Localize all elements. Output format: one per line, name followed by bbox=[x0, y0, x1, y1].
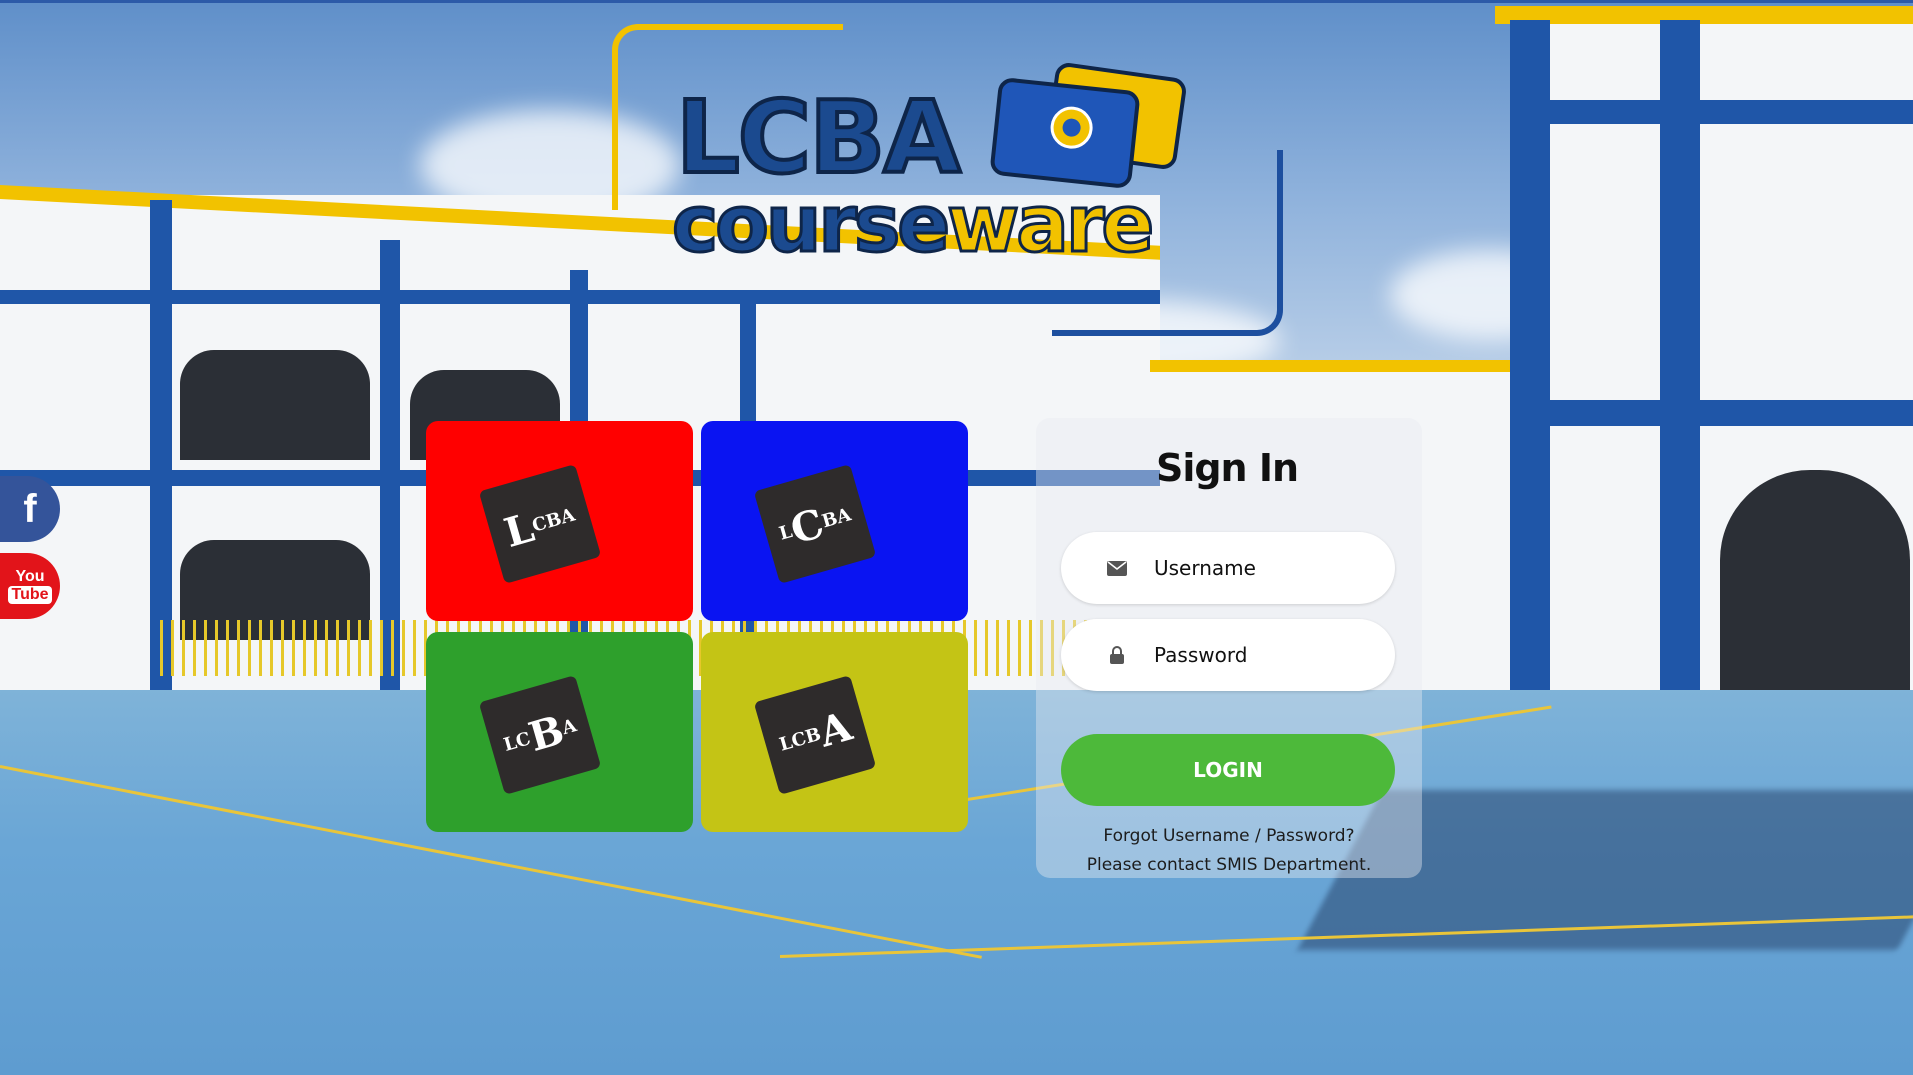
tile-logo-suffix: BA bbox=[819, 503, 854, 532]
roof-trim bbox=[1150, 360, 1560, 372]
logo-course-part: course bbox=[670, 180, 951, 270]
tile-logo-c: L C BA bbox=[753, 464, 877, 584]
tile-logo-letter: C bbox=[785, 499, 829, 554]
password-field[interactable] bbox=[1061, 619, 1395, 691]
tile-logo-letter: A bbox=[813, 702, 857, 757]
top-border bbox=[0, 0, 1913, 3]
tile-logo-suffix: CBA bbox=[529, 504, 578, 537]
contact-smis-text: Please contact SMIS Department. bbox=[1086, 855, 1372, 875]
login-button[interactable]: LOGIN bbox=[1061, 734, 1395, 806]
lock-icon bbox=[1106, 644, 1128, 666]
tile-logo-l: L CBA bbox=[478, 464, 602, 584]
signin-title: Sign In bbox=[1155, 446, 1299, 490]
logo-cards-icon bbox=[989, 61, 1190, 190]
blue-card-icon bbox=[989, 76, 1141, 190]
facebook-icon: f bbox=[23, 486, 37, 531]
youtube-icon-tube: Tube bbox=[8, 585, 52, 604]
logo-courseware-text: courseware bbox=[670, 185, 1155, 266]
username-input[interactable] bbox=[1152, 555, 1376, 581]
username-field[interactable] bbox=[1061, 532, 1395, 604]
forgot-credentials-text: Forgot Username / Password? bbox=[1103, 826, 1355, 846]
tile-logo-prefix: LCB bbox=[776, 723, 824, 756]
school-seal-icon bbox=[1048, 104, 1095, 151]
tile-lcba-blue[interactable]: L C BA bbox=[701, 421, 968, 621]
tile-lcba-red[interactable]: L CBA bbox=[426, 421, 693, 621]
tile-logo-a: LCB A bbox=[753, 675, 877, 795]
arch bbox=[180, 350, 370, 460]
tile-logo-letter: B bbox=[523, 705, 569, 761]
envelope-icon bbox=[1106, 557, 1128, 579]
tile-lcba-green[interactable]: LC B A bbox=[426, 632, 693, 832]
pillar bbox=[1510, 20, 1550, 750]
logo-ware-part: ware bbox=[946, 180, 1156, 270]
tile-logo-b: LC B A bbox=[478, 675, 602, 795]
password-input[interactable] bbox=[1152, 642, 1376, 668]
floor-beam bbox=[1510, 400, 1913, 426]
youtube-icon-you: You bbox=[15, 567, 45, 585]
floor-beam bbox=[1510, 100, 1913, 124]
roof-trim bbox=[1495, 6, 1913, 24]
tile-lcba-yellow[interactable]: LCB A bbox=[701, 632, 968, 832]
pillar bbox=[1660, 20, 1700, 750]
logo-lcba-text: LCBA bbox=[674, 79, 963, 196]
